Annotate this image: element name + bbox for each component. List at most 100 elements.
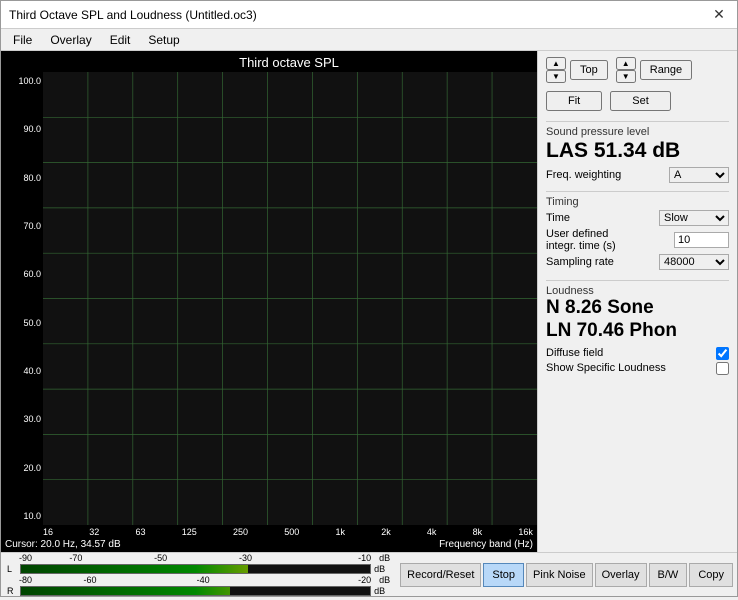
y-label-40: 40.0 bbox=[5, 366, 41, 376]
l-scale-50: -50 bbox=[120, 553, 202, 563]
menu-overlay[interactable]: Overlay bbox=[42, 31, 99, 49]
r-level-mask bbox=[230, 587, 370, 595]
time-select[interactable]: Slow Fast bbox=[659, 210, 729, 226]
y-label-80: 80.0 bbox=[5, 173, 41, 183]
range-button[interactable]: Range bbox=[640, 60, 692, 80]
timing-label: Timing bbox=[546, 196, 729, 208]
loudness-section: Loudness N 8.26 Sone LN 70.46 Phon Diffu… bbox=[546, 280, 729, 377]
range-control: ▲ ▼ Range bbox=[616, 57, 692, 83]
menu-setup[interactable]: Setup bbox=[140, 31, 187, 49]
chart-footer: Cursor: 20.0 Hz, 34.57 dB Frequency band… bbox=[1, 537, 537, 552]
freq-weighting-label: Freq. weighting bbox=[546, 169, 621, 181]
freq-weighting-row: Freq. weighting A C Z bbox=[546, 167, 729, 183]
y-label-90: 90.0 bbox=[5, 124, 41, 134]
x-label-4k: 4k bbox=[427, 527, 437, 537]
r-scale-60: -60 bbox=[35, 575, 145, 585]
right-panel: ▲ ▼ Top ▲ ▼ Range Fit Set bbox=[537, 51, 737, 552]
y-label-70: 70.0 bbox=[5, 221, 41, 231]
spl-value: LAS 51.34 dB bbox=[546, 138, 729, 163]
user-integr-label: User defined integr. time (s) bbox=[546, 228, 636, 252]
l-level-bar bbox=[20, 564, 371, 574]
user-integr-row: User defined integr. time (s) bbox=[546, 228, 729, 252]
x-axis-title: Frequency band (Hz) bbox=[439, 539, 533, 550]
action-buttons: Record/Reset Stop Pink Noise Overlay B/W… bbox=[396, 559, 737, 591]
menu-file[interactable]: File bbox=[5, 31, 40, 49]
chart-area: Third octave SPL 100.0 90.0 80.0 70.0 60… bbox=[1, 51, 537, 552]
y-label-60: 60.0 bbox=[5, 269, 41, 279]
set-button[interactable]: Set bbox=[610, 91, 671, 111]
chart-svg bbox=[43, 72, 537, 525]
user-integr-input[interactable] bbox=[674, 232, 729, 248]
y-label-20: 20.0 bbox=[5, 463, 41, 473]
top-arrows: ▲ ▼ bbox=[546, 57, 566, 83]
range-down-button[interactable]: ▼ bbox=[616, 70, 636, 83]
freq-weighting-select[interactable]: A C Z bbox=[669, 167, 729, 183]
fit-button[interactable]: Fit bbox=[546, 91, 602, 111]
menu-edit[interactable]: Edit bbox=[102, 31, 139, 49]
y-axis: 100.0 90.0 80.0 70.0 60.0 50.0 40.0 30.0… bbox=[1, 72, 43, 525]
time-row: Time Slow Fast bbox=[546, 210, 729, 226]
sampling-row: Sampling rate 48000 44100 bbox=[546, 254, 729, 270]
x-label-63: 63 bbox=[135, 527, 145, 537]
bw-button[interactable]: B/W bbox=[649, 563, 688, 587]
stop-button[interactable]: Stop bbox=[483, 563, 524, 587]
title-bar: Third Octave SPL and Loudness (Untitled.… bbox=[1, 1, 737, 29]
show-specific-row: Show Specific Loudness bbox=[546, 362, 729, 375]
record-reset-button[interactable]: Record/Reset bbox=[400, 563, 481, 587]
bottom-bar: -90 -70 -50 -30 -10 dB L dB -80 -60 bbox=[1, 552, 737, 596]
x-label-125: 125 bbox=[182, 527, 197, 537]
y-label-50: 50.0 bbox=[5, 318, 41, 328]
x-label-32: 32 bbox=[89, 527, 99, 537]
diffuse-field-checkbox[interactable] bbox=[716, 347, 729, 360]
l-scale-10: -10 bbox=[289, 553, 371, 563]
x-label-16: 16 bbox=[43, 527, 53, 537]
copy-button[interactable]: Copy bbox=[689, 563, 733, 587]
fit-set-controls: Fit Set bbox=[546, 91, 729, 111]
show-specific-label: Show Specific Loudness bbox=[546, 362, 666, 374]
r-level-bar bbox=[20, 586, 371, 596]
diffuse-field-row: Diffuse field bbox=[546, 347, 729, 360]
pink-noise-button[interactable]: Pink Noise bbox=[526, 563, 593, 587]
l-scale-30: -30 bbox=[205, 553, 287, 563]
sampling-select[interactable]: 48000 44100 bbox=[659, 254, 729, 270]
loudness-ln-value: LN 70.46 Phon bbox=[546, 320, 729, 343]
l-unit: dB bbox=[374, 553, 390, 563]
l-scale-70: -70 bbox=[35, 553, 117, 563]
timing-section: Timing Time Slow Fast User defined integ… bbox=[546, 191, 729, 272]
r-unit-label: dB bbox=[374, 586, 390, 596]
show-specific-checkbox[interactable] bbox=[716, 362, 729, 375]
y-label-10: 10.0 bbox=[5, 511, 41, 521]
main-content: Third octave SPL 100.0 90.0 80.0 70.0 60… bbox=[1, 51, 737, 552]
x-axis: 16 32 63 125 250 500 1k 2k 4k 8k 16k bbox=[1, 525, 537, 537]
top-button[interactable]: Top bbox=[570, 60, 608, 80]
y-label-100: 100.0 bbox=[5, 76, 41, 86]
x-label-250: 250 bbox=[233, 527, 248, 537]
close-button[interactable]: ✕ bbox=[709, 5, 729, 25]
x-label-16k: 16k bbox=[518, 527, 533, 537]
overlay-button[interactable]: Overlay bbox=[595, 563, 647, 587]
x-label-500: 500 bbox=[284, 527, 299, 537]
main-window: Third Octave SPL and Loudness (Untitled.… bbox=[0, 0, 738, 597]
r-channel-label: R bbox=[7, 586, 17, 596]
chart-title: Third octave SPL bbox=[1, 51, 537, 72]
r-scale-40: -40 bbox=[148, 575, 258, 585]
spl-section: Sound pressure level LAS 51.34 dB Freq. … bbox=[546, 121, 729, 183]
x-label-1k: 1k bbox=[335, 527, 345, 537]
r-scale: -80 -60 -40 -20 dB bbox=[7, 575, 390, 585]
l-channel-row: L dB bbox=[7, 564, 390, 574]
r-unit: dB bbox=[374, 575, 390, 585]
level-meters: -90 -70 -50 -30 -10 dB L dB -80 -60 bbox=[1, 550, 396, 600]
l-level-mask bbox=[248, 565, 370, 573]
l-scale-label: -90 bbox=[19, 553, 32, 563]
top-control: ▲ ▼ Top bbox=[546, 57, 608, 83]
r-scale-label: -80 bbox=[19, 575, 32, 585]
l-scale: -90 -70 -50 -30 -10 dB bbox=[7, 553, 390, 563]
top-down-button[interactable]: ▼ bbox=[546, 70, 566, 83]
loudness-label: Loudness bbox=[546, 285, 729, 297]
l-channel-label: L bbox=[7, 564, 17, 574]
top-up-button[interactable]: ▲ bbox=[546, 57, 566, 70]
r-scale-20: -20 bbox=[261, 575, 371, 585]
nav-controls: ▲ ▼ Top ▲ ▼ Range bbox=[546, 57, 729, 83]
time-label: Time bbox=[546, 212, 570, 224]
range-up-button[interactable]: ▲ bbox=[616, 57, 636, 70]
